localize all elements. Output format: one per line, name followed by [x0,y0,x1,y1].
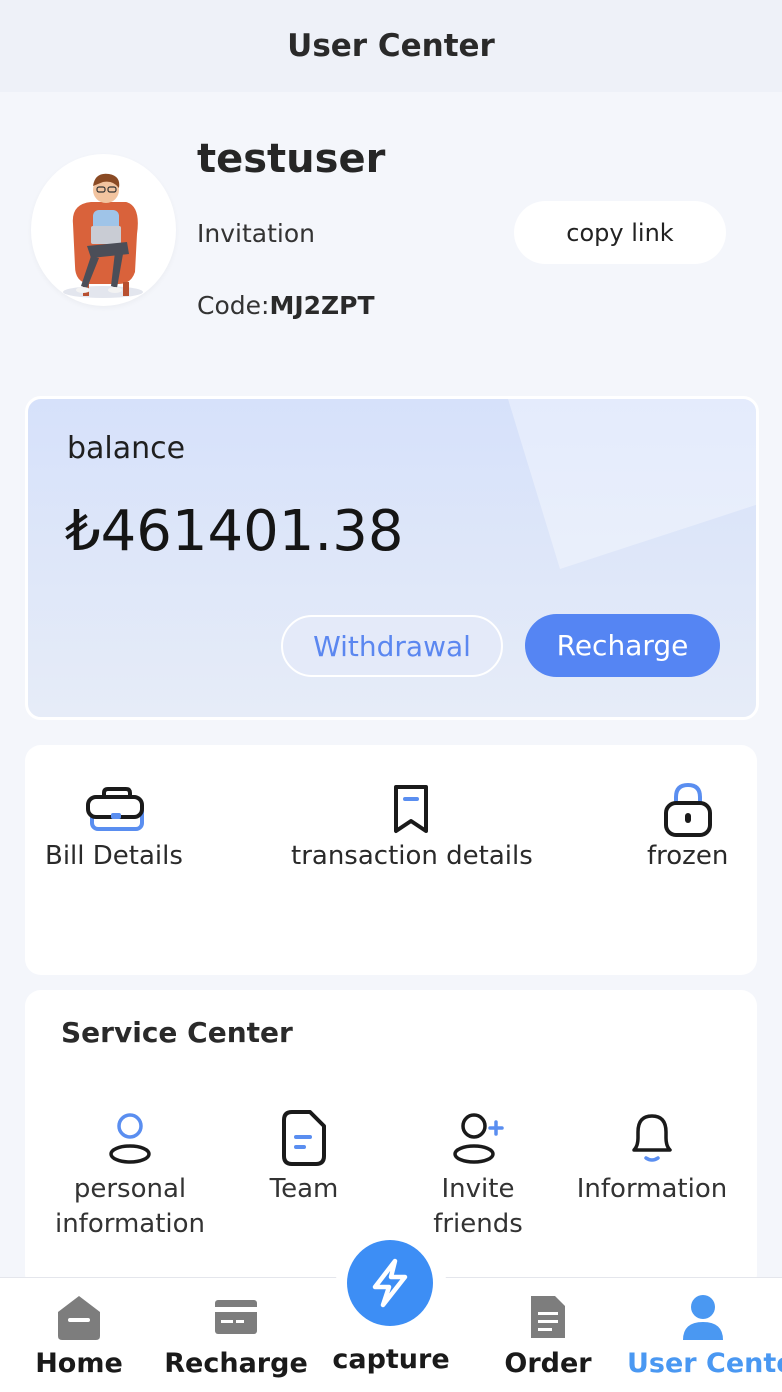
frozen-action[interactable]: frozen [647,781,728,871]
personal-information-item[interactable]: personal information [45,1108,215,1242]
card-icon [211,1292,261,1342]
top-header: User Center [0,0,782,92]
transaction-details-action[interactable]: transaction details [291,781,533,871]
lightning-icon [372,1258,408,1308]
tab-recharge-label: Recharge [164,1348,308,1379]
transaction-details-label: transaction details [291,841,533,871]
team-label: Team [269,1174,339,1204]
balance-card: balance ₺461401.38 Withdrawal Recharge [25,396,759,720]
tab-user-center-label: User Center [627,1348,782,1379]
information-label: Information [576,1174,728,1204]
tab-order[interactable]: Order [500,1278,596,1392]
balance-amount: ₺461401.38 [65,499,404,564]
avatar[interactable] [31,154,176,306]
copy-link-button[interactable]: copy link [514,201,726,264]
document-icon [274,1108,334,1168]
bell-icon [622,1108,682,1168]
frozen-label: frozen [647,841,729,871]
wallet-icon [84,781,144,837]
team-item[interactable]: Team [219,1108,389,1207]
quick-actions-card: Bill Details transaction details frozen [25,745,757,975]
invitation-label: Invitation [197,219,315,248]
invitation-code: Code:MJ2ZPT [197,291,375,320]
profile-section: testuser Invitation Code:MJ2ZPT copy lin… [0,92,782,392]
tab-home-label: Home [35,1348,123,1379]
balance-label: balance [67,431,186,466]
user-icon [678,1292,728,1342]
tab-capture[interactable] [347,1240,433,1326]
invite-friends-label: Invite friends [433,1174,523,1239]
order-doc-icon [523,1292,573,1342]
information-item[interactable]: Information [567,1108,737,1207]
invite-friends-item[interactable]: Invite friends [393,1108,563,1242]
code-prefix: Code: [197,291,270,320]
code-value: MJ2ZPT [269,291,375,320]
page-title: User Center [287,28,495,64]
tab-order-label: Order [504,1348,592,1379]
personal-information-label: personal information [54,1174,206,1239]
tab-capture-label: capture [332,1344,450,1375]
tab-user-center[interactable]: User Center [624,1278,782,1392]
service-center-title: Service Center [61,1016,293,1049]
person-icon [100,1108,160,1168]
tab-home[interactable]: Home [32,1278,126,1392]
avatar-illustration [63,173,143,298]
bookmark-icon [382,781,442,837]
bill-details-action[interactable]: Bill Details [45,781,183,871]
withdrawal-button[interactable]: Withdrawal [281,615,503,677]
username: testuser [197,136,386,182]
card-decoration [508,399,756,569]
add-user-icon [448,1108,508,1168]
recharge-button[interactable]: Recharge [525,614,720,677]
tab-recharge[interactable]: Recharge [164,1278,308,1392]
bill-details-label: Bill Details [45,841,183,871]
home-icon [54,1292,104,1342]
lock-icon [658,781,718,837]
